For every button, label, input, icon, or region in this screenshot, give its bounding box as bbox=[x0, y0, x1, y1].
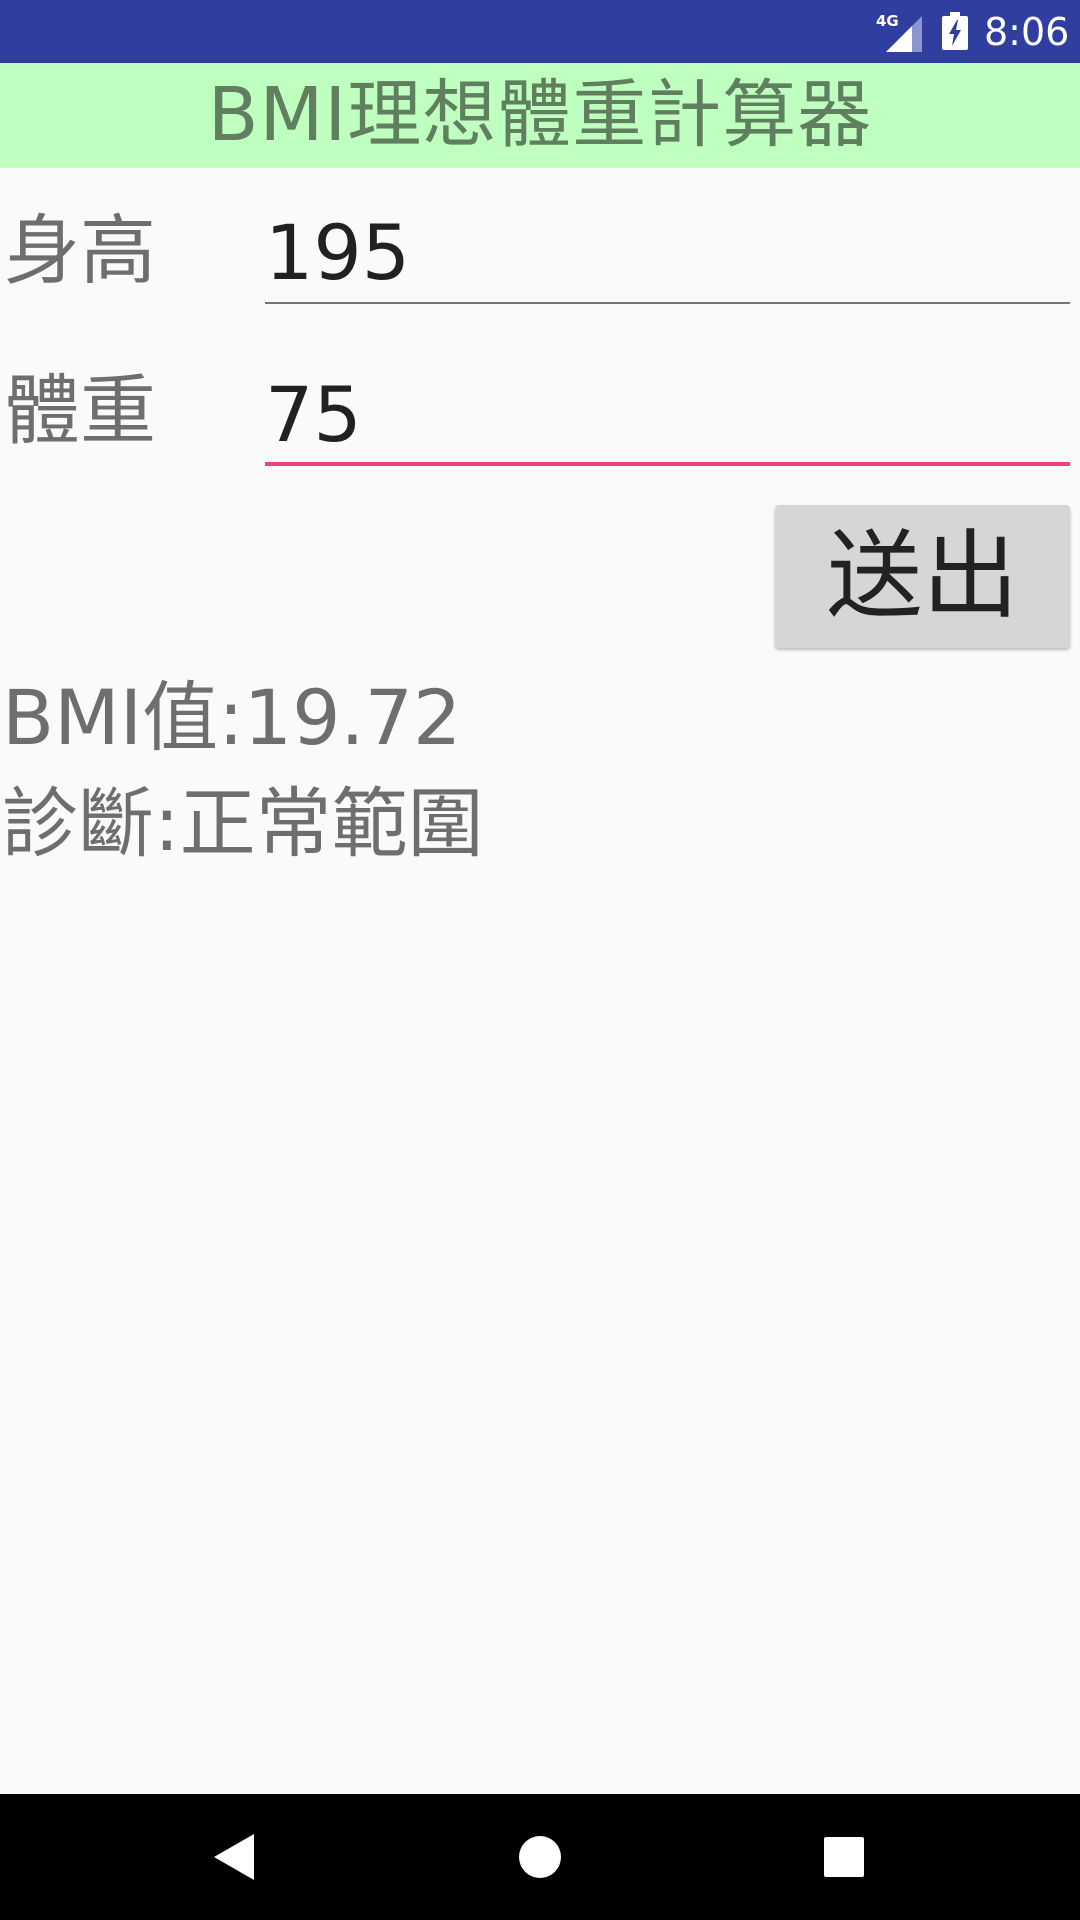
submit-button-label: 送出 bbox=[826, 520, 1019, 632]
bmi-result: BMI值:19.72 bbox=[2, 673, 462, 762]
app-title-bar: BMI理想體重計算器 bbox=[0, 63, 1080, 168]
recents-icon[interactable] bbox=[784, 1794, 904, 1920]
weight-input-value: 75 bbox=[265, 370, 362, 459]
signal-4g-icon: 4G bbox=[876, 12, 922, 52]
status-bar: 4G 8:06 bbox=[0, 0, 1080, 63]
battery-charging-icon bbox=[942, 12, 968, 50]
weight-label: 體重 bbox=[4, 366, 156, 455]
height-label: 身高 bbox=[4, 206, 156, 295]
weight-input-underline-focused bbox=[265, 462, 1070, 466]
network-type-label: 4G bbox=[876, 12, 899, 30]
height-input-value: 195 bbox=[265, 208, 411, 297]
back-icon[interactable] bbox=[176, 1794, 296, 1920]
diagnosis-result: 診斷:正常範圍 bbox=[2, 779, 484, 868]
home-icon[interactable] bbox=[480, 1794, 600, 1920]
app-screen: 4G 8:06 BMI理想體重計算器 身高 195 體重 75 送出 BMI值:… bbox=[0, 0, 1080, 1920]
weight-input[interactable]: 75 bbox=[265, 362, 1070, 466]
height-input[interactable]: 195 bbox=[265, 200, 1070, 304]
status-clock: 8:06 bbox=[984, 10, 1070, 54]
app-title: BMI理想體重計算器 bbox=[207, 72, 873, 158]
height-input-underline bbox=[265, 302, 1070, 304]
submit-button[interactable]: 送出 bbox=[775, 505, 1070, 648]
system-nav-bar bbox=[0, 1794, 1080, 1920]
